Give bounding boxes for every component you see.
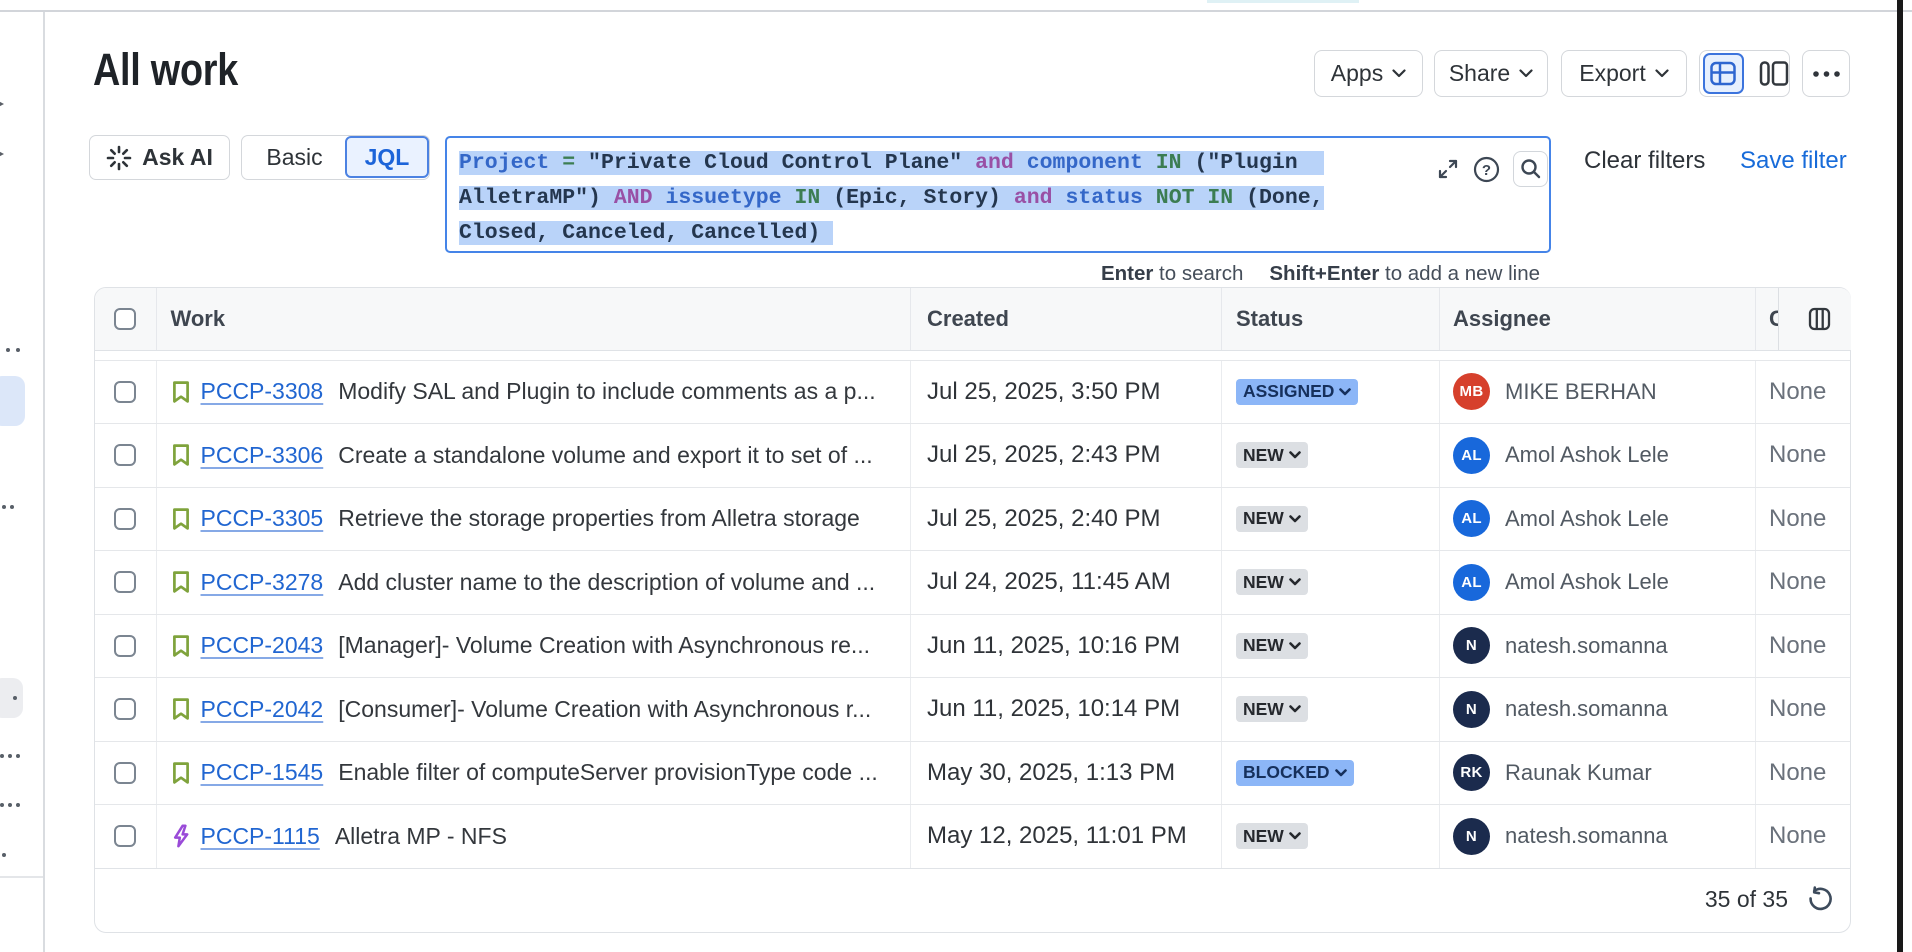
- svg-text:?: ?: [1482, 162, 1491, 179]
